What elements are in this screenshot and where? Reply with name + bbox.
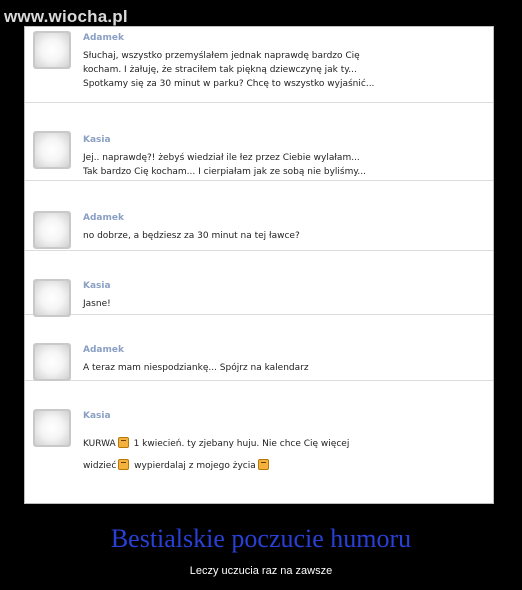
- message-text-part: wypierdalaj z mojego życia: [134, 461, 256, 471]
- message-text-part: 1 kwiecień. ty zjebany huju. Nie chce Ci…: [133, 439, 350, 449]
- caption-title: Bestialskie poczucie humoru: [110, 524, 412, 553]
- sender-name: Kasia: [83, 411, 111, 421]
- caption-subtitle: Leczy uczucia raz na zawsze: [189, 565, 333, 577]
- message-item: Kasia Jasne!: [25, 251, 493, 317]
- avatar: [33, 343, 71, 381]
- message-text: Słuchaj, wszystko przemyślałem jednak na…: [83, 51, 375, 89]
- message-item: Kasia Jej.. naprawdę?! żebyś wiedział il…: [25, 103, 493, 181]
- sender-name: Adamek: [83, 213, 124, 223]
- sender-name: Kasia: [83, 281, 111, 291]
- message-item: Kasia KURWA 1 kwiecień. ty zjebany huju.…: [25, 381, 493, 503]
- watermark: www.wiocha.pl: [4, 7, 128, 26]
- angry-emoticon-icon: [117, 437, 129, 448]
- avatar: [33, 279, 71, 317]
- avatar: [33, 31, 71, 69]
- avatar: [33, 211, 71, 249]
- message-text: KURWA 1 kwiecień. ty zjebany huju. Nie c…: [83, 433, 473, 477]
- avatar: [33, 131, 71, 169]
- sender-name: Adamek: [83, 33, 124, 43]
- message-item: Adamek A teraz mam niespodziankę... Spój…: [25, 315, 493, 381]
- chat-screenshot: Adamek Słuchaj, wszystko przemyślałem je…: [24, 26, 494, 504]
- message-text-part: widzieć: [83, 461, 117, 471]
- message-text: A teraz mam niespodziankę... Spójrz na k…: [83, 363, 309, 373]
- message-text: Jej.. naprawdę?! żebyś wiedział ile łez …: [83, 153, 366, 177]
- angry-emoticon-icon: [257, 459, 269, 470]
- message-item: Adamek no dobrze, a będziesz za 30 minut…: [25, 181, 493, 251]
- message-text: no dobrze, a będziesz za 30 minut na tej…: [83, 231, 300, 241]
- angry-emoticon-icon: [118, 459, 130, 470]
- sender-name: Adamek: [83, 345, 124, 355]
- avatar: [33, 409, 71, 447]
- message-text: Jasne!: [83, 299, 111, 309]
- message-text-part: KURWA: [83, 439, 116, 449]
- sender-name: Kasia: [83, 135, 111, 145]
- message-item: Adamek Słuchaj, wszystko przemyślałem je…: [25, 27, 493, 103]
- demotivator-page: www.wiocha.pl Adamek Słuchaj, wszystko p…: [0, 0, 522, 590]
